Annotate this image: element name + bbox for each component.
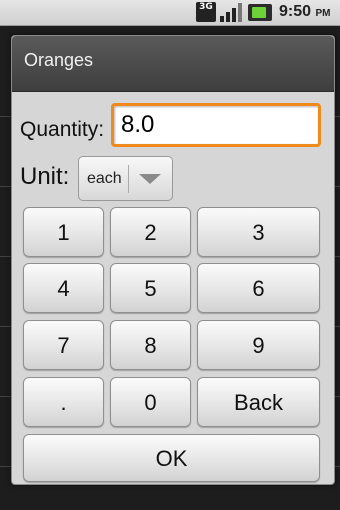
key-2-button[interactable]: 2 [110, 207, 191, 257]
key-1-button[interactable]: 1 [23, 207, 104, 257]
unit-selected-value: each [87, 170, 122, 187]
status-bar: 3G 9:50 PM [0, 0, 340, 26]
key-5-button[interactable]: 5 [110, 263, 191, 313]
key-0-button[interactable]: 0 [110, 377, 191, 427]
signal-strength-icon [220, 3, 242, 22]
dropdown-divider [128, 165, 129, 193]
battery-icon [248, 4, 272, 21]
key-7-button[interactable]: 7 [23, 320, 104, 370]
key-9-button[interactable]: 9 [197, 320, 320, 370]
key-6-button[interactable]: 6 [197, 263, 320, 313]
ok-button[interactable]: OK [23, 434, 320, 482]
key-3-button[interactable]: 3 [197, 207, 320, 257]
quantity-input[interactable]: 8.0 [111, 103, 321, 147]
back-button[interactable]: Back [197, 377, 320, 427]
unit-dropdown[interactable]: each [78, 156, 173, 201]
key-4-button[interactable]: 4 [23, 263, 104, 313]
clock: 9:50 PM [279, 3, 331, 20]
unit-label: Unit: [20, 163, 70, 190]
dialog-title: Oranges [24, 50, 94, 70]
network-3g-icon: 3G [196, 2, 216, 22]
dialog-title-bar: Oranges [12, 36, 334, 92]
quantity-dialog: Oranges Quantity: 8.0 Unit: each 1 2 3 4… [11, 35, 335, 485]
key-decimal-button[interactable]: . [23, 377, 104, 427]
key-8-button[interactable]: 8 [110, 320, 191, 370]
chevron-down-icon [139, 174, 161, 184]
quantity-label: Quantity: [20, 118, 105, 141]
